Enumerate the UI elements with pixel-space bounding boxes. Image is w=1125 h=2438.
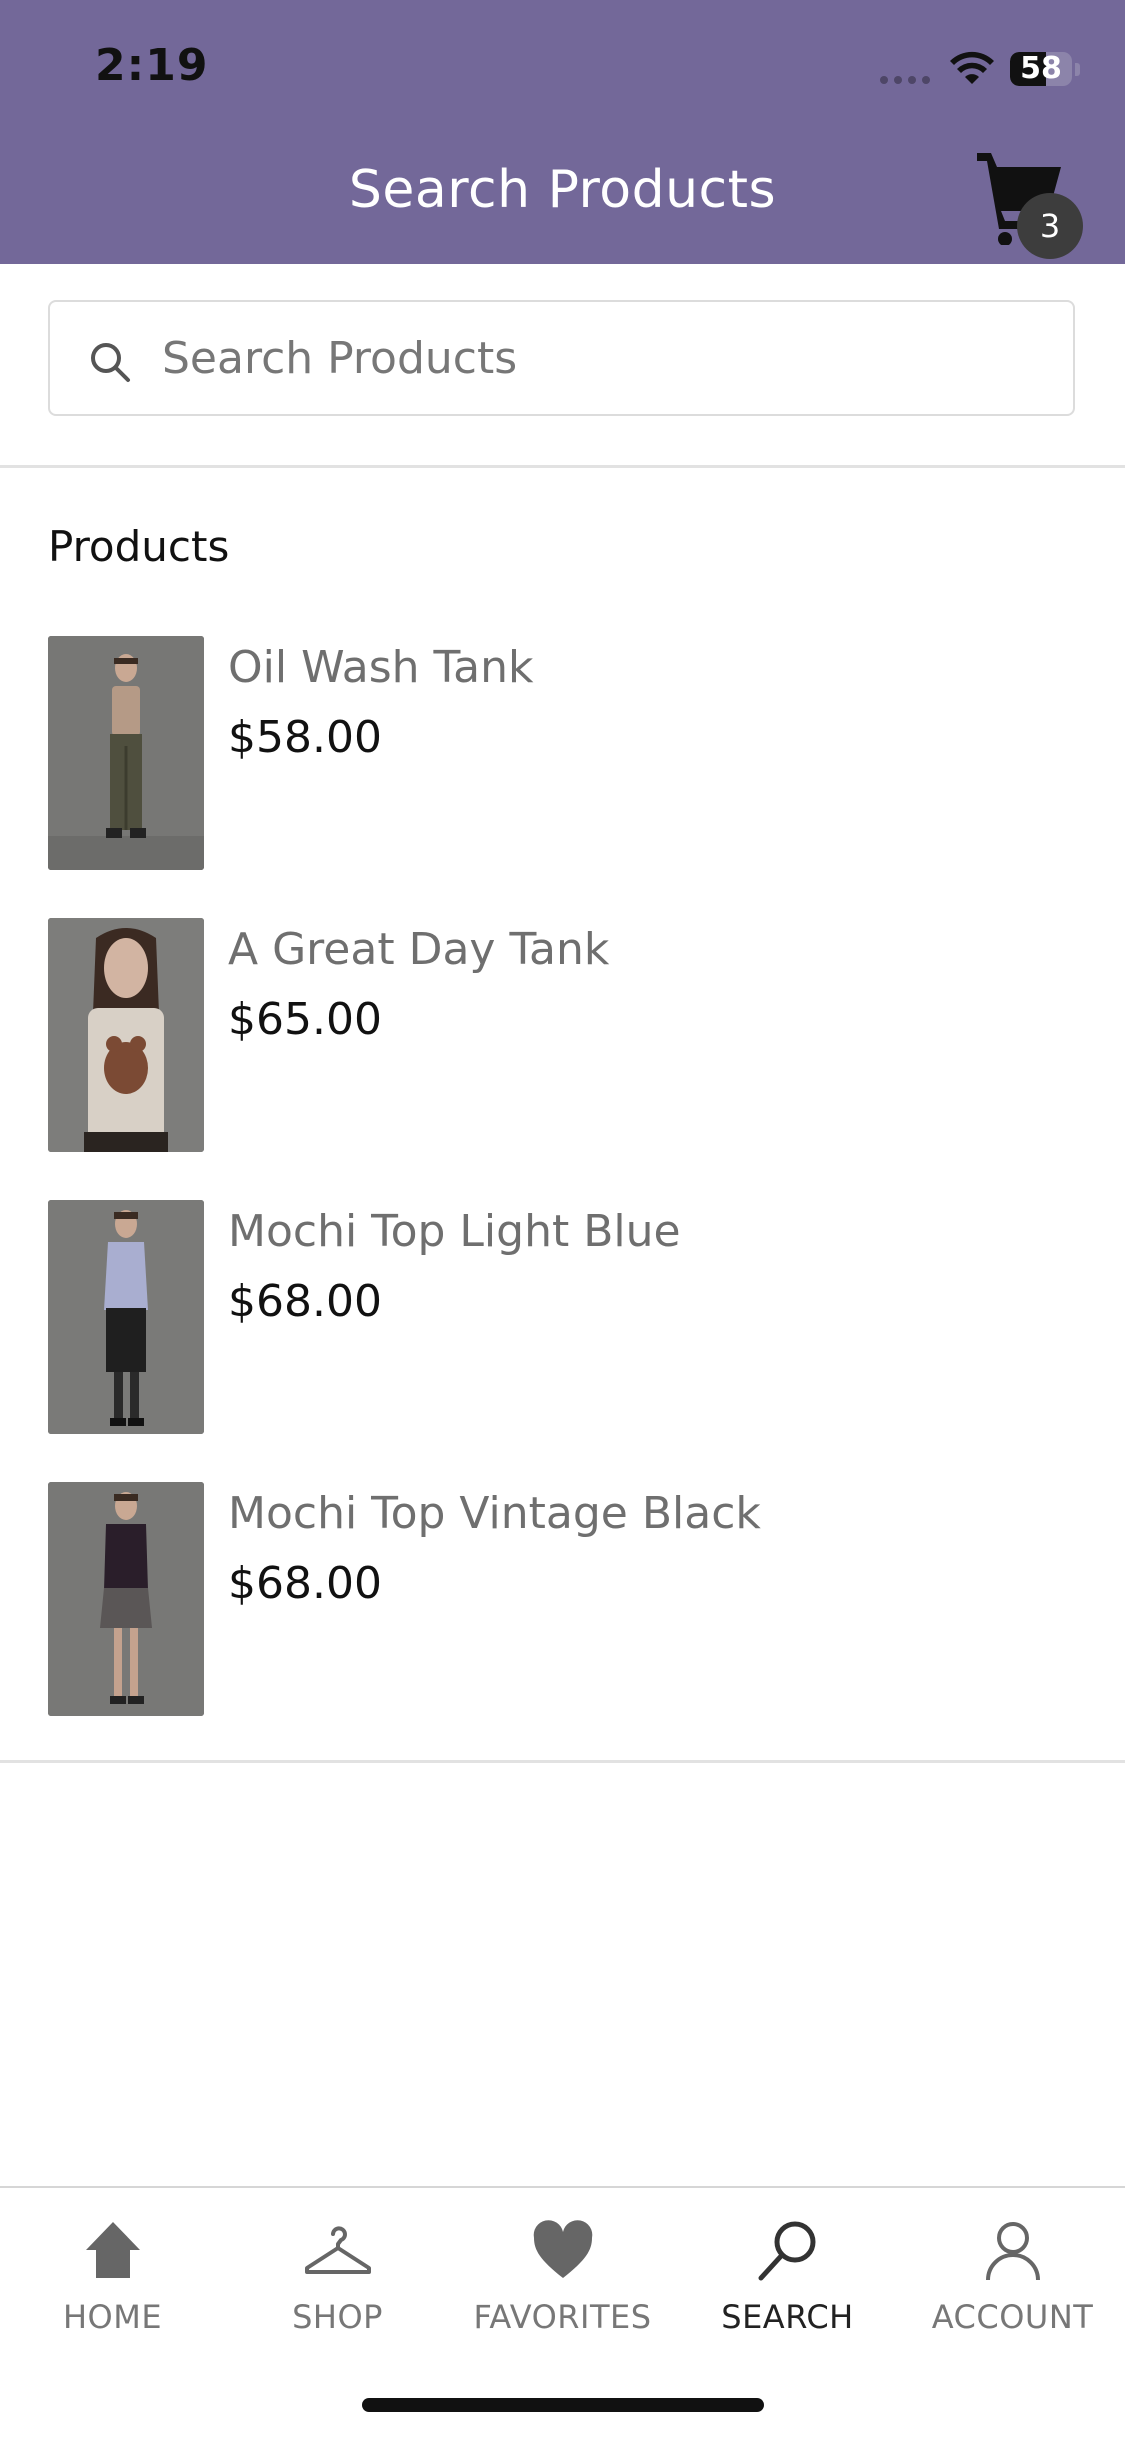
person-icon <box>985 2222 1040 2281</box>
tab-account[interactable]: ACCOUNT <box>900 2216 1125 2346</box>
search-input[interactable] <box>162 322 1042 394</box>
search-icon <box>91 343 130 382</box>
divider <box>0 1760 1125 1763</box>
tab-search[interactable]: SEARCH <box>675 2216 900 2346</box>
product-list-item[interactable]: Oil Wash Tank $58.00 <box>0 636 1125 918</box>
tab-label: SHOP <box>292 2298 383 2336</box>
tab-label: HOME <box>62 2298 163 2336</box>
cart-count-badge: 3 <box>1017 193 1083 259</box>
search-icon <box>758 2221 815 2281</box>
product-price: $68.00 <box>228 1558 382 1609</box>
product-image[interactable] <box>48 636 204 870</box>
wifi-icon <box>950 51 994 84</box>
home-indicator <box>362 2398 764 2412</box>
tab-favorites[interactable]: FAVORITES <box>450 2216 675 2346</box>
product-list-item[interactable]: Mochi Top Vintage Black $68.00 <box>0 1482 1125 1764</box>
product-list: Oil Wash Tank $58.00 A Great Day Tank $6… <box>0 636 1125 1764</box>
product-image[interactable] <box>48 1482 204 1716</box>
products-section-title: Products <box>48 522 230 571</box>
tab-label: FAVORITES <box>473 2298 652 2336</box>
product-list-item[interactable]: A Great Day Tank $65.00 <box>0 918 1125 1200</box>
home-icon <box>85 2222 140 2278</box>
status-time: 2:19 <box>95 40 209 91</box>
tab-shop[interactable]: SHOP <box>225 2216 450 2346</box>
product-name[interactable]: Mochi Top Vintage Black <box>228 1488 761 1539</box>
page-title: Search Products <box>348 160 777 220</box>
product-name[interactable]: Oil Wash Tank <box>228 642 533 693</box>
product-name[interactable]: A Great Day Tank <box>228 924 609 975</box>
product-list-item[interactable]: Mochi Top Light Blue $68.00 <box>0 1200 1125 1482</box>
product-price: $68.00 <box>228 1276 382 1327</box>
battery-icon: 58 <box>1010 52 1072 86</box>
cart-button[interactable]: 3 <box>975 145 1095 260</box>
search-bar[interactable] <box>48 300 1075 416</box>
hanger-icon <box>304 2226 371 2274</box>
product-image[interactable] <box>48 1200 204 1434</box>
tab-label: ACCOUNT <box>931 2298 1094 2336</box>
cellular-signal-icon <box>880 76 930 84</box>
battery-level: 58 <box>1020 52 1062 86</box>
heart-icon <box>533 2220 592 2278</box>
product-name[interactable]: Mochi Top Light Blue <box>228 1206 681 1257</box>
battery-cap <box>1075 63 1080 76</box>
product-price: $65.00 <box>228 994 382 1045</box>
product-image[interactable] <box>48 918 204 1152</box>
tab-label: SEARCH <box>721 2298 854 2336</box>
divider <box>0 465 1125 468</box>
tab-home[interactable]: HOME <box>0 2216 225 2346</box>
product-price: $58.00 <box>228 712 382 763</box>
app-header: 2:19 58 Search Products 3 <box>0 0 1125 264</box>
